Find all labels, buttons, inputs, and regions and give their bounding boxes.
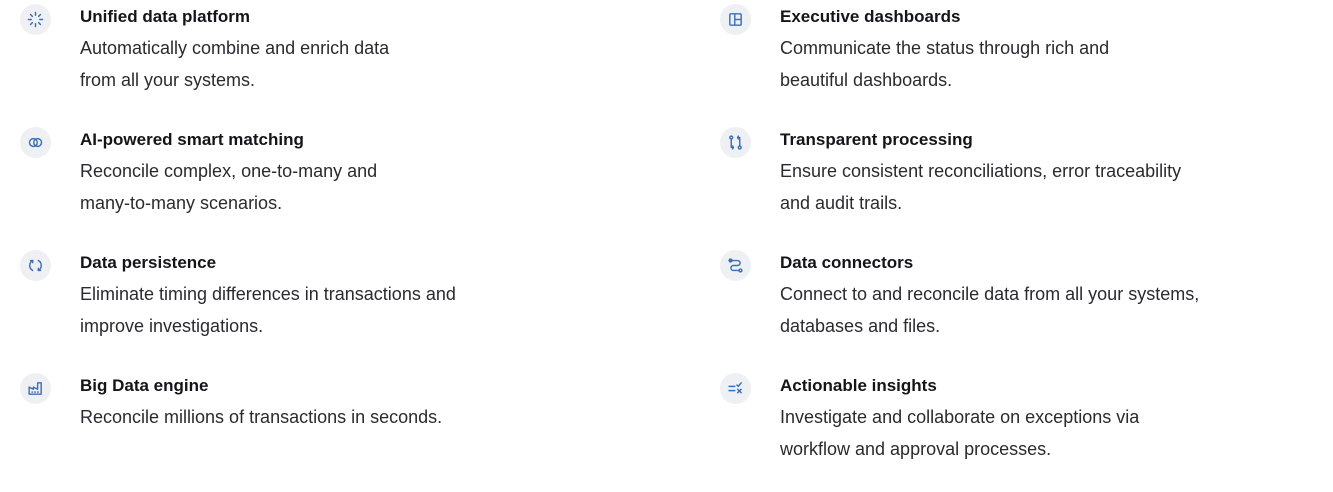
- feature-text: Big Data engine Reconcile millions of tr…: [80, 375, 442, 433]
- description-line: databases and files.: [780, 316, 941, 336]
- git-compare-icon: [720, 127, 751, 158]
- feature-big-data-engine: Big Data engine Reconcile millions of tr…: [20, 369, 620, 492]
- feature-description: Connect to and reconcile data from all y…: [780, 278, 1199, 342]
- description-line: Reconcile complex, one-to-many and: [80, 161, 378, 181]
- route-icon: [720, 250, 751, 281]
- feature-description: Ensure consistent reconciliations, error…: [780, 155, 1181, 219]
- feature-actionable-insights: Actionable insights Investigate and coll…: [720, 369, 1330, 492]
- description-line: Eliminate timing differences in transact…: [80, 284, 456, 304]
- feature-title: Executive dashboards: [780, 7, 961, 26]
- description-line: many-to-many scenarios.: [80, 193, 283, 213]
- description-line: from all your systems.: [80, 70, 256, 90]
- feature-unified-data-platform: Unified data platform Automatically comb…: [20, 0, 620, 123]
- feature-transparent-processing: Transparent processing Ensure consistent…: [720, 123, 1330, 246]
- description-line: and audit trails.: [780, 193, 903, 213]
- feature-description: Eliminate timing differences in transact…: [80, 278, 456, 342]
- feature-description: Reconcile complex, one-to-many and many-…: [80, 155, 377, 219]
- description-line: workflow and approval processes.: [780, 439, 1052, 459]
- layout-icon: [720, 4, 751, 35]
- factory-icon: [20, 373, 51, 404]
- feature-title: Data connectors: [780, 253, 914, 272]
- overlap-circles-icon: [20, 127, 51, 158]
- feature-text: Transparent processing Ensure consistent…: [780, 129, 1181, 219]
- description-line: Communicate the status through rich and: [780, 38, 1110, 58]
- features-right-column: Executive dashboards Communicate the sta…: [720, 0, 1330, 492]
- feature-title: Data persistence: [80, 253, 217, 272]
- feature-description: Reconcile millions of transactions in se…: [80, 401, 442, 433]
- sparkle-icon: [20, 4, 51, 35]
- feature-text: Data connectors Connect to and reconcile…: [780, 252, 1199, 342]
- feature-text: Actionable insights Investigate and coll…: [780, 375, 1139, 465]
- description-line: Reconcile millions of transactions in se…: [80, 407, 443, 427]
- description-line: Investigate and collaborate on exception…: [780, 407, 1140, 427]
- feature-title: Transparent processing: [780, 130, 973, 149]
- feature-ai-smart-matching: AI-powered smart matching Reconcile comp…: [20, 123, 620, 246]
- feature-title: Big Data engine: [80, 376, 209, 395]
- feature-text: Executive dashboards Communicate the sta…: [780, 6, 1109, 96]
- feature-data-persistence: Data persistence Eliminate timing differ…: [20, 246, 620, 369]
- feature-text: AI-powered smart matching Reconcile comp…: [80, 129, 377, 219]
- description-line: Ensure consistent reconciliations, error…: [780, 161, 1182, 181]
- description-line: Automatically combine and enrich data: [80, 38, 390, 58]
- feature-executive-dashboards: Executive dashboards Communicate the sta…: [720, 0, 1330, 123]
- features-left-column: Unified data platform Automatically comb…: [20, 0, 620, 492]
- feature-title: AI-powered smart matching: [80, 130, 304, 149]
- feature-title: Actionable insights: [780, 376, 937, 395]
- feature-text: Data persistence Eliminate timing differ…: [80, 252, 456, 342]
- feature-title: Unified data platform: [80, 7, 251, 26]
- list-check-icon: [720, 373, 751, 404]
- feature-text: Unified data platform Automatically comb…: [80, 6, 389, 96]
- feature-description: Investigate and collaborate on exception…: [780, 401, 1139, 465]
- description-line: improve investigations.: [80, 316, 264, 336]
- description-line: Connect to and reconcile data from all y…: [780, 284, 1200, 304]
- feature-description: Communicate the status through rich and …: [780, 32, 1109, 96]
- description-line: beautiful dashboards.: [780, 70, 953, 90]
- refresh-icon: [20, 250, 51, 281]
- feature-data-connectors: Data connectors Connect to and reconcile…: [720, 246, 1330, 369]
- feature-description: Automatically combine and enrich data fr…: [80, 32, 389, 96]
